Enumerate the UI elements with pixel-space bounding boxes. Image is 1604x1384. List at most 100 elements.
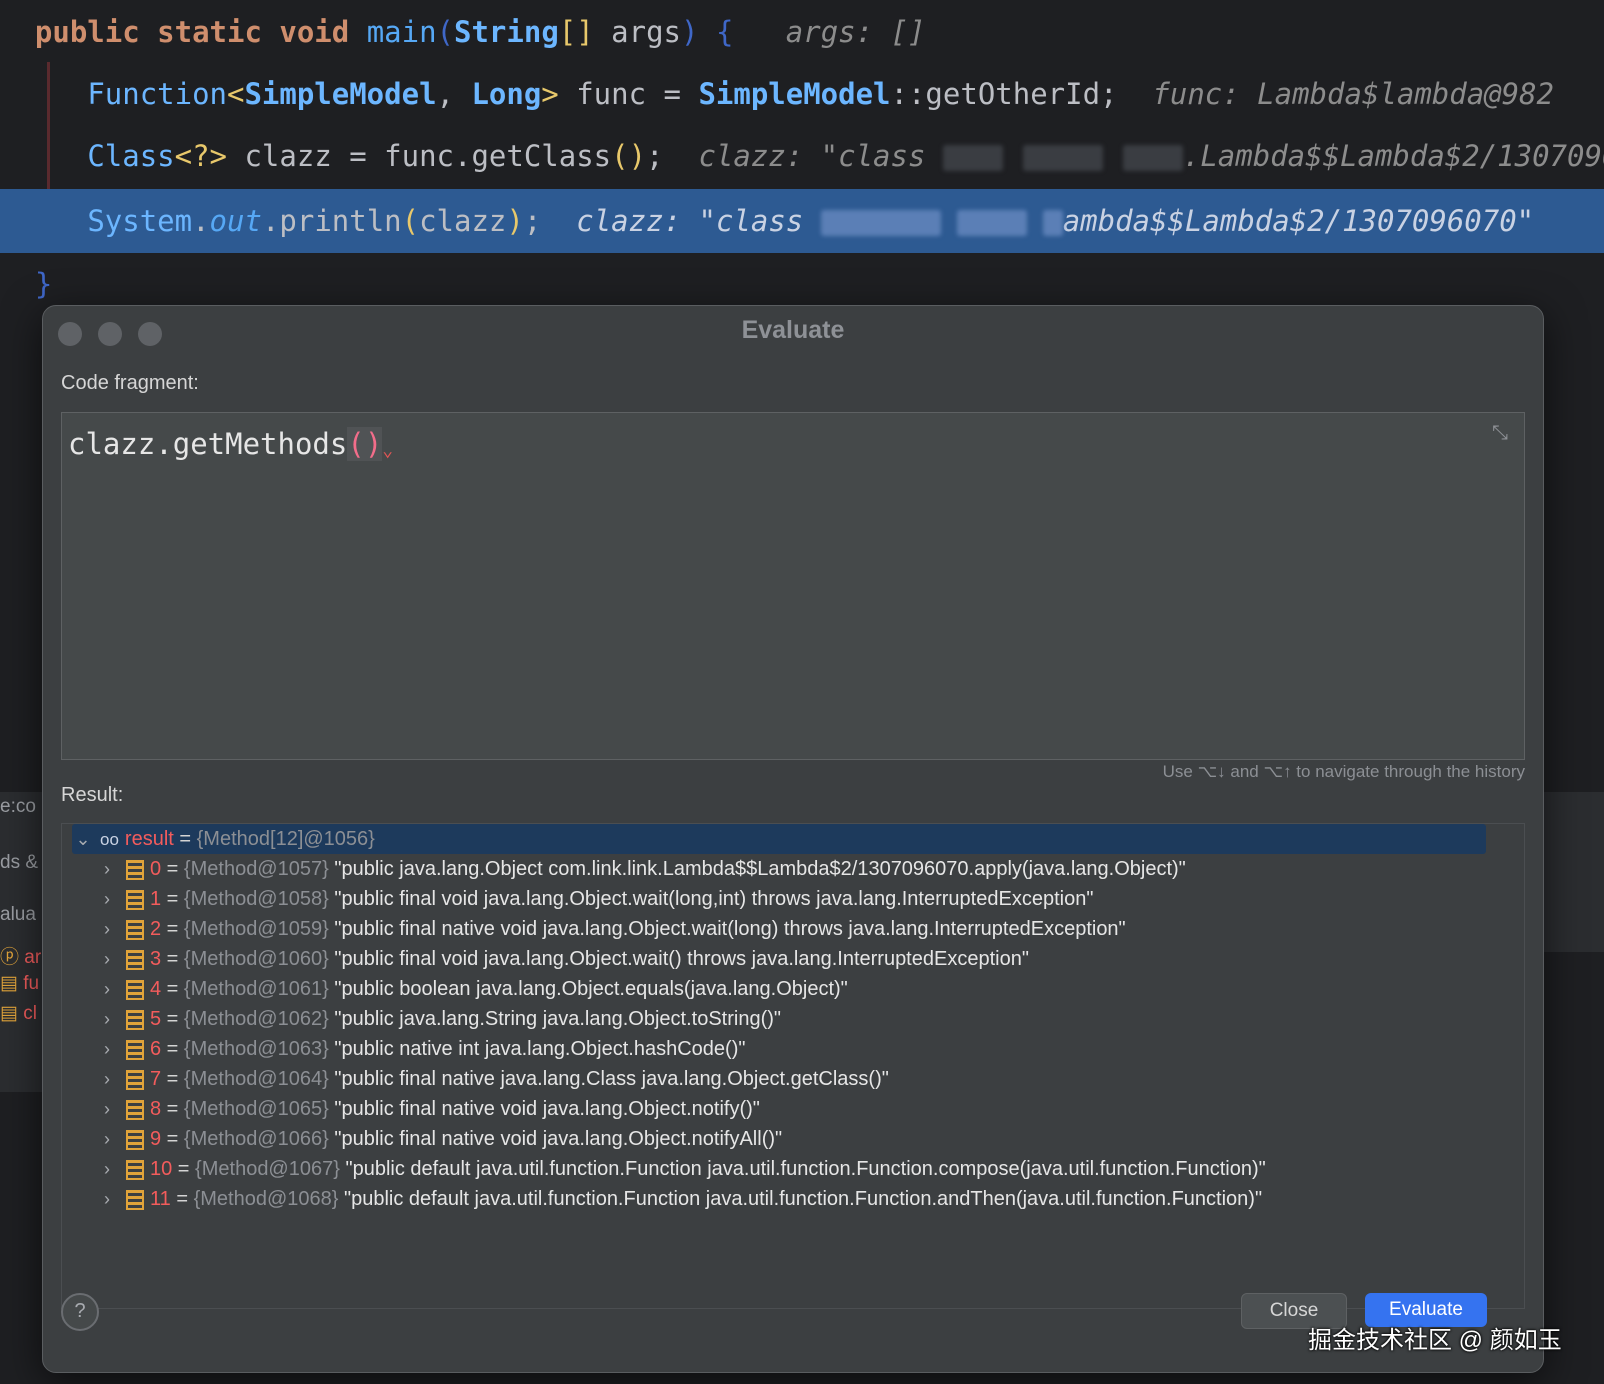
variable-clazz[interactable]: ▤ cl xyxy=(0,1002,37,1025)
chevron-right-icon[interactable]: › xyxy=(96,1154,118,1184)
result-root-row[interactable]: ⌄ oo result = {Method[12]@1056} xyxy=(72,824,1486,854)
equals: = xyxy=(161,1128,184,1150)
item-value: "public final native void java.lang.Obje… xyxy=(334,1128,783,1150)
item-index: 7 xyxy=(150,1068,162,1090)
result-tree[interactable]: ⌄ oo result = {Method[12]@1056} › 0 = {Meth… xyxy=(61,823,1525,1309)
item-ref: {Method@1059} xyxy=(183,918,329,940)
result-item-row[interactable]: › 10 = {Method@1067} "public default java… xyxy=(96,1154,1543,1184)
chevron-right-icon[interactable]: › xyxy=(96,974,118,1004)
chevron-right-icon[interactable]: › xyxy=(96,1034,118,1064)
item-value: "public final void java.lang.Object.wait… xyxy=(334,948,1029,970)
result-item-row[interactable]: › 7 = {Method@1064} "public final native … xyxy=(96,1064,1543,1094)
redacted-block xyxy=(1122,145,1183,171)
history-hint: Use ⌥↓ and ⌥↑ to navigate through the hi… xyxy=(1162,762,1525,781)
chevron-right-icon[interactable]: › xyxy=(96,914,118,944)
item-index: 4 xyxy=(150,978,162,1000)
item-ref: {Method@1065} xyxy=(183,1098,329,1120)
item-ref: {Method@1062} xyxy=(183,1008,329,1030)
array-icon xyxy=(126,1129,144,1150)
code-text: .println xyxy=(261,204,402,238)
help-button[interactable]: ? xyxy=(61,1293,99,1331)
result-item-row[interactable]: › 9 = {Method@1066} "public final native … xyxy=(96,1124,1543,1154)
result-label: Result: xyxy=(61,784,124,806)
result-item-row[interactable]: › 11 = {Method@1068} "public default java… xyxy=(96,1184,1543,1214)
chevron-right-icon[interactable]: › xyxy=(96,1094,118,1124)
item-ref: {Method@1058} xyxy=(183,888,329,910)
brace: { xyxy=(698,15,734,49)
code-fragment-text[interactable]: clazz.getMethods()⌄ xyxy=(68,427,393,461)
variable-func[interactable]: ▤ fu xyxy=(0,972,39,995)
code-line-3[interactable]: Class<?> clazz = func.getClass(); clazz:… xyxy=(0,124,1604,188)
semicolon: ; xyxy=(646,139,664,173)
equals: = xyxy=(161,1068,184,1090)
redacted-block xyxy=(1042,210,1063,236)
collapse-arrows-icon[interactable]: ⤡ xyxy=(1486,419,1514,447)
comma: , xyxy=(436,77,472,111)
inline-debug-hint: func: Lambda$lambda@982 xyxy=(1152,77,1554,111)
result-item-row[interactable]: › 6 = {Method@1063} "public native int ja… xyxy=(96,1034,1543,1064)
item-index: 9 xyxy=(150,1128,162,1150)
dialog-title: Evaluate xyxy=(741,316,845,344)
code-line-4-current[interactable]: System.out.println(clazz); clazz: "class… xyxy=(0,189,1604,253)
result-item-row[interactable]: › 4 = {Method@1061} "public boolean java.… xyxy=(96,974,1543,1004)
chevron-right-icon[interactable]: › xyxy=(96,1124,118,1154)
side-panel-text: e:co xyxy=(0,796,36,817)
chevron-right-icon[interactable]: › xyxy=(96,1064,118,1094)
type-name: Function xyxy=(87,77,227,111)
item-ref: {Method@1057} xyxy=(183,858,329,880)
paren: ) xyxy=(681,15,699,49)
code-line-2[interactable]: Function<SimpleModel, Long> func = Simpl… xyxy=(0,62,1604,126)
generic: <?> xyxy=(174,139,228,173)
array-icon xyxy=(126,859,144,880)
code-fragment-label: Code fragment: xyxy=(61,372,199,394)
chevron-right-icon[interactable]: › xyxy=(96,944,118,974)
result-item-row[interactable]: › 1 = {Method@1058} "public final void ja… xyxy=(96,884,1543,914)
chevron-right-icon[interactable]: › xyxy=(96,1184,118,1214)
result-item-row[interactable]: › 8 = {Method@1065} "public final native … xyxy=(96,1094,1543,1124)
inline-debug-hint: ambda$$Lambda$2/1307096070" xyxy=(1062,204,1535,238)
paren: ( xyxy=(401,204,420,238)
array-icon xyxy=(126,919,144,940)
side-panel-text: alua xyxy=(0,904,36,925)
item-index: 2 xyxy=(150,918,162,940)
item-value: "public java.lang.String java.lang.Objec… xyxy=(334,1008,782,1030)
item-value: "public final native java.lang.Class jav… xyxy=(334,1068,889,1090)
code-fragment-editor[interactable]: clazz.getMethods()⌄ ⤡ xyxy=(61,412,1525,760)
result-item-row[interactable]: › 5 = {Method@1062} "public java.lang.Str… xyxy=(96,1004,1543,1034)
chevron-down-icon[interactable]: ⌄ xyxy=(72,824,94,854)
equals: = xyxy=(161,1098,184,1120)
item-value: "public java.lang.Object com.link.link.L… xyxy=(334,858,1186,880)
inline-debug-hint: clazz: "class xyxy=(698,139,926,173)
type-name: String xyxy=(454,15,559,49)
equals: = xyxy=(161,888,184,910)
code-line-1[interactable]: public static void main(String[] args) {… xyxy=(0,0,1604,64)
array-icon xyxy=(126,1159,144,1180)
chevron-right-icon[interactable]: › xyxy=(96,1004,118,1034)
redacted-block xyxy=(956,210,1027,236)
equals: = xyxy=(161,918,184,940)
inline-debug-hint: .Lambda$$Lambda$2/13070960 xyxy=(1182,139,1604,173)
brace: } xyxy=(34,267,53,301)
item-index: 0 xyxy=(150,858,162,880)
type-name: SimpleModel xyxy=(244,77,437,111)
chevron-right-icon[interactable]: › xyxy=(96,884,118,914)
code-text: clazz = func.getClass xyxy=(227,139,612,173)
item-value: "public final native void java.lang.Obje… xyxy=(334,918,1126,940)
result-item-row[interactable]: › 3 = {Method@1060} "public final void ja… xyxy=(96,944,1543,974)
redacted-block xyxy=(1022,145,1103,171)
param-name: args xyxy=(593,15,682,49)
result-item-row[interactable]: › 0 = {Method@1057} "public java.lang.Obj… xyxy=(96,854,1543,884)
type-name: Long xyxy=(471,77,542,111)
array-icon xyxy=(126,979,144,1000)
result-item-row[interactable]: › 2 = {Method@1059} "public final native … xyxy=(96,914,1543,944)
side-panel-text: ds & xyxy=(0,852,39,873)
variable-args[interactable]: ⓟ ar xyxy=(0,942,41,969)
paren: () xyxy=(611,139,647,173)
watch-glasses-icon: oo xyxy=(100,830,119,849)
redacted-block xyxy=(820,210,941,236)
result-name: result xyxy=(124,828,174,850)
redacted-block xyxy=(942,145,1003,171)
code-text: ::getOtherId; xyxy=(890,77,1118,111)
item-ref: {Method@1060} xyxy=(183,948,329,970)
chevron-right-icon[interactable]: › xyxy=(96,854,118,884)
